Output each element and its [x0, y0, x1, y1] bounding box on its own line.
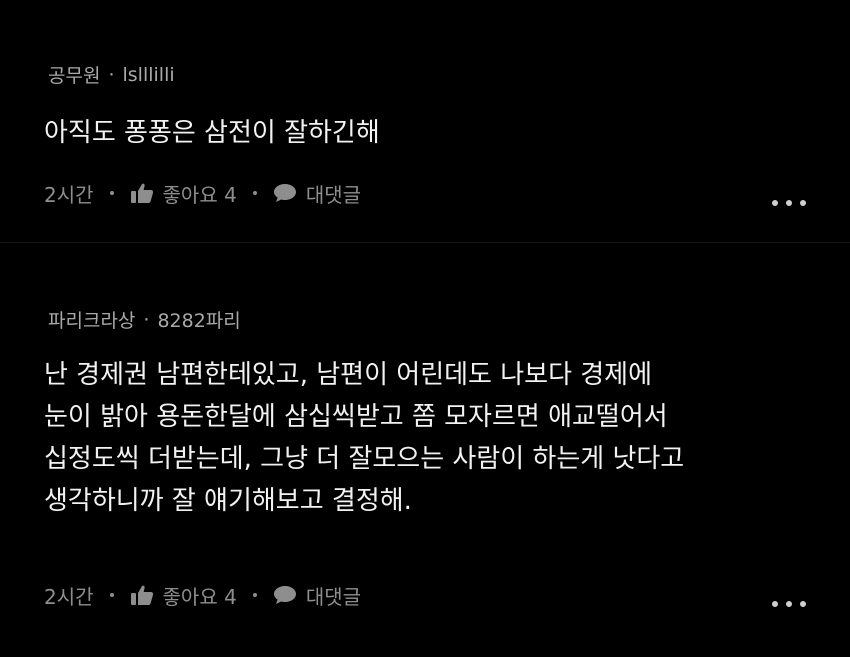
reply-button[interactable]: 대댓글: [273, 179, 361, 208]
more-options-button[interactable]: [772, 597, 806, 611]
like-button[interactable]: 좋아요 4: [130, 179, 237, 208]
comment-body-line: 생각하니까 잘 얘기해보고 결정해.: [44, 486, 412, 516]
speech-bubble-icon: [273, 586, 296, 604]
comment-nickname[interactable]: lslllilli: [123, 64, 175, 86]
footer-dot: [252, 593, 257, 597]
footer-dot: [109, 191, 114, 195]
more-horizontal-icon: [786, 200, 792, 206]
comment-nickname[interactable]: 8282파리: [157, 306, 240, 333]
footer-dot: [109, 593, 114, 597]
comment-time: 2시간: [44, 584, 94, 609]
comment-item: 공무원 · lslllilli 아직도 퐁퐁은 삼전이 잘하긴해 2시간 좋아요…: [0, 0, 850, 242]
comment-footer: 2시간 좋아요 4 대댓글: [44, 581, 361, 609]
footer-dot: [252, 191, 257, 195]
comment-item: 파리크라상 · 8282파리 난 경제권 남편한테있고, 남편이 어린데도 나보…: [0, 242, 850, 657]
comment-body-line: 눈이 밝아 용돈한달에 삼십씩받고 쫌 모자르면 애교떨어서: [44, 402, 668, 432]
more-options-button[interactable]: [772, 196, 806, 210]
like-count-label: 좋아요 4: [162, 182, 237, 207]
more-horizontal-icon: [772, 200, 778, 206]
comment-body-line: 아직도 퐁퐁은 삼전이 잘하긴해: [44, 118, 380, 148]
comment-author[interactable]: 파리크라상: [48, 306, 135, 333]
more-horizontal-icon: [772, 601, 778, 607]
more-horizontal-icon: [786, 601, 792, 607]
like-count-label: 좋아요 4: [162, 584, 237, 609]
comment-meta: 파리크라상 · 8282파리: [48, 306, 241, 333]
comment-body-line: 십정도씩 더받는데, 그냥 더 잘모으는 사람이 하는게 낫다고: [44, 444, 685, 474]
reply-button[interactable]: 대댓글: [273, 581, 361, 610]
meta-separator: ·: [143, 308, 150, 331]
more-horizontal-icon: [800, 200, 806, 206]
more-horizontal-icon: [800, 601, 806, 607]
comment-meta: 공무원 · lslllilli: [48, 61, 175, 88]
comment-time: 2시간: [44, 182, 94, 207]
comment-body: 난 경제권 남편한테있고, 남편이 어린데도 나보다 경제에 눈이 밝아 용돈한…: [44, 354, 684, 522]
thumbs-up-icon: [130, 585, 153, 605]
comment-body: 아직도 퐁퐁은 삼전이 잘하긴해: [44, 112, 380, 154]
reply-label: 대댓글: [305, 584, 362, 609]
comment-footer: 2시간 좋아요 4 대댓글: [44, 179, 361, 207]
meta-separator: ·: [108, 63, 115, 86]
speech-bubble-icon: [273, 184, 296, 202]
comment-body-line: 난 경제권 남편한테있고, 남편이 어린데도 나보다 경제에: [44, 360, 653, 390]
like-button[interactable]: 좋아요 4: [130, 581, 237, 610]
comment-author[interactable]: 공무원: [48, 61, 100, 88]
thumbs-up-icon: [130, 183, 153, 203]
reply-label: 대댓글: [305, 182, 362, 207]
